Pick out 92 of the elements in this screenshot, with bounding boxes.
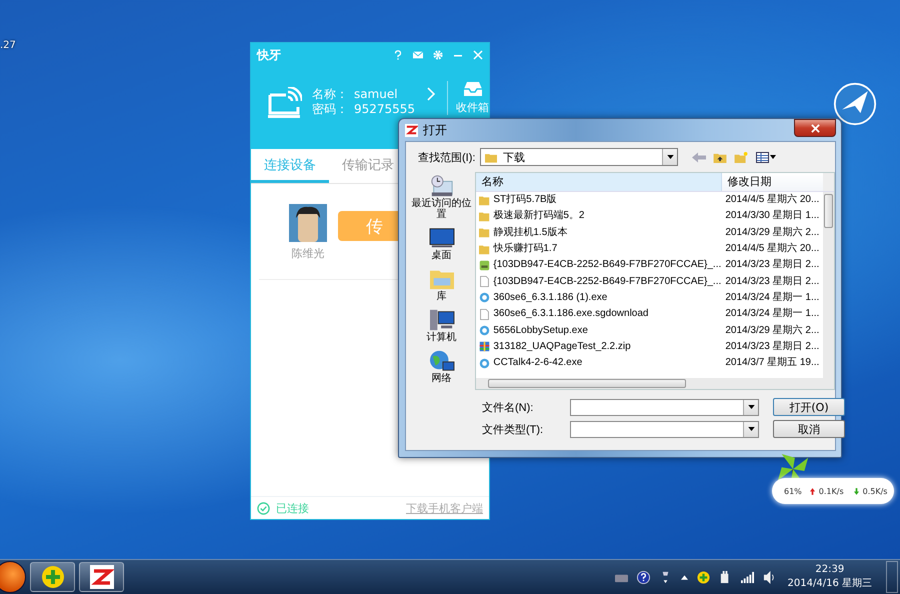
connection-status: 已连接 — [276, 500, 309, 516]
place-label[interactable]: 网络 — [408, 373, 475, 384]
name-label: 名称： — [312, 87, 348, 102]
file-type-dropdown[interactable] — [570, 420, 759, 438]
column-header[interactable]: 名称 — [476, 173, 722, 191]
folder-icon — [479, 210, 490, 222]
file-date: 2014/3/7 星期五 19... — [724, 356, 820, 370]
file-date: 2014/3/30 星期日 1... — [724, 208, 820, 224]
desktop-icon[interactable] — [428, 226, 456, 250]
download-speed: 0.5K/s — [862, 486, 888, 496]
archive-icon — [479, 341, 490, 352]
taskbar-button[interactable] — [79, 562, 124, 592]
application-icon — [479, 292, 490, 304]
plus-circle-icon[interactable] — [696, 570, 710, 584]
download-arrow-icon — [854, 488, 859, 494]
file-name[interactable]: CCTalk4-2-6-42.exe — [493, 355, 582, 372]
file-name[interactable]: 360se6_6.3.1.186 (1).exe — [493, 290, 608, 306]
code-label: 密码： — [312, 102, 348, 117]
device-code: 95275555 — [354, 102, 416, 117]
file-name[interactable]: 静观挂机1.5版本 — [493, 224, 568, 241]
file-name[interactable]: 313182_UAQPageTest_2.2.zip — [493, 338, 631, 355]
place-label[interactable]: 库 — [408, 291, 475, 302]
wireless-device-icon — [268, 87, 302, 121]
view-menu-icon[interactable] — [755, 152, 777, 162]
clock-date[interactable]: 2014/4/16 星期三 — [788, 577, 872, 591]
show-desktop-button[interactable] — [886, 561, 898, 593]
help-icon[interactable] — [636, 570, 650, 584]
file-date: 2014/3/29 星期六 2... — [724, 226, 820, 240]
file-name[interactable]: {103DB947-E4CB-2252-B649-F7BF270FCCAE}_... — [493, 257, 722, 274]
file-name[interactable]: 5656LobbySetup.exe — [493, 322, 588, 339]
upload-arrow-icon — [810, 488, 815, 494]
file-date: 2014/4/5 星期六 20... — [724, 192, 820, 208]
speaker-icon[interactable] — [762, 570, 776, 584]
up-folder-icon[interactable] — [713, 152, 727, 162]
battery-percent: 61% — [784, 486, 802, 496]
package-icon — [479, 260, 490, 271]
document-icon — [479, 276, 490, 288]
document-icon — [479, 308, 490, 320]
file-name[interactable]: ST打码5.7B版 — [493, 192, 557, 208]
file-name[interactable]: 快乐赚打码1.7 — [493, 241, 558, 258]
show-hidden-icons-icon[interactable] — [680, 574, 688, 580]
caret-icon — [748, 405, 754, 409]
folder-icon — [479, 194, 490, 206]
file-name[interactable]: 极速最新打码端5。2 — [493, 208, 584, 224]
caret-icon — [666, 155, 674, 159]
horizontal-scrollbar[interactable] — [476, 378, 834, 389]
avatar-silhouette-icon — [289, 204, 327, 242]
file-name[interactable]: {103DB947-E4CB-2252-B649-F7BF270FCCAE}_... — [493, 274, 722, 290]
device-name: samuel — [354, 87, 398, 102]
place-label[interactable]: 桌面 — [408, 250, 475, 261]
clock-time[interactable]: 22:39 — [815, 563, 844, 577]
app-logo-icon — [90, 565, 114, 589]
look-in-dropdown[interactable]: 下载 — [480, 148, 678, 166]
app-logo-icon — [405, 124, 418, 136]
cancel-button[interactable]: 取消 — [773, 420, 845, 438]
plus-circle-icon — [40, 565, 64, 589]
network-icon[interactable] — [428, 349, 456, 373]
close-button[interactable] — [794, 119, 836, 137]
file-name-field[interactable] — [570, 398, 759, 416]
application-icon — [479, 358, 490, 369]
folder-icon — [485, 152, 497, 162]
open-button[interactable]: 打开(O) — [773, 398, 845, 416]
look-in-label: 查找范围(I): — [418, 150, 476, 164]
folder-icon — [479, 244, 490, 255]
signal-bars-icon[interactable] — [740, 570, 754, 584]
file-date: 2014/4/5 星期六 20... — [724, 242, 820, 256]
contact-name: 陈维光 — [292, 246, 324, 261]
file-date: 2014/3/23 星期日 2... — [724, 258, 820, 272]
taskbar-button[interactable] — [30, 562, 75, 592]
vertical-scrollbar[interactable] — [823, 192, 834, 378]
folder-icon — [479, 227, 490, 238]
caret-icon — [748, 427, 754, 431]
close-icon — [810, 124, 820, 132]
application-icon — [479, 325, 490, 336]
computer-icon[interactable] — [428, 308, 456, 332]
file-date: 2014/3/24 星期一 1... — [724, 306, 820, 322]
file-name[interactable]: 360se6_6.3.1.186.exe.sgdownload — [493, 306, 648, 322]
file-date: 2014/3/24 星期一 1... — [724, 290, 820, 305]
file-name-label: 文件名(N): — [482, 400, 534, 414]
column-header[interactable]: 修改日期 — [722, 173, 823, 191]
file-date: 2014/3/23 星期日 2... — [724, 274, 820, 289]
file-date: 2014/3/29 星期六 2... — [724, 324, 820, 338]
file-type-label: 文件类型(T): — [482, 422, 544, 436]
taskbar-clock[interactable]: 22:39 2014/4/16 星期三 — [788, 563, 872, 591]
dialog-title: 打开 — [423, 122, 447, 138]
place-label[interactable]: 计算机 — [408, 332, 475, 343]
start-button[interactable] — [0, 561, 26, 593]
desktop-icon-label: .27 — [0, 40, 16, 51]
file-date: 2014/3/23 星期日 2... — [724, 340, 820, 354]
app-title: 快牙 — [257, 46, 281, 64]
place-label[interactable]: 最近访问的位置 — [408, 198, 475, 220]
upload-speed: 0.1K/s — [818, 486, 844, 496]
